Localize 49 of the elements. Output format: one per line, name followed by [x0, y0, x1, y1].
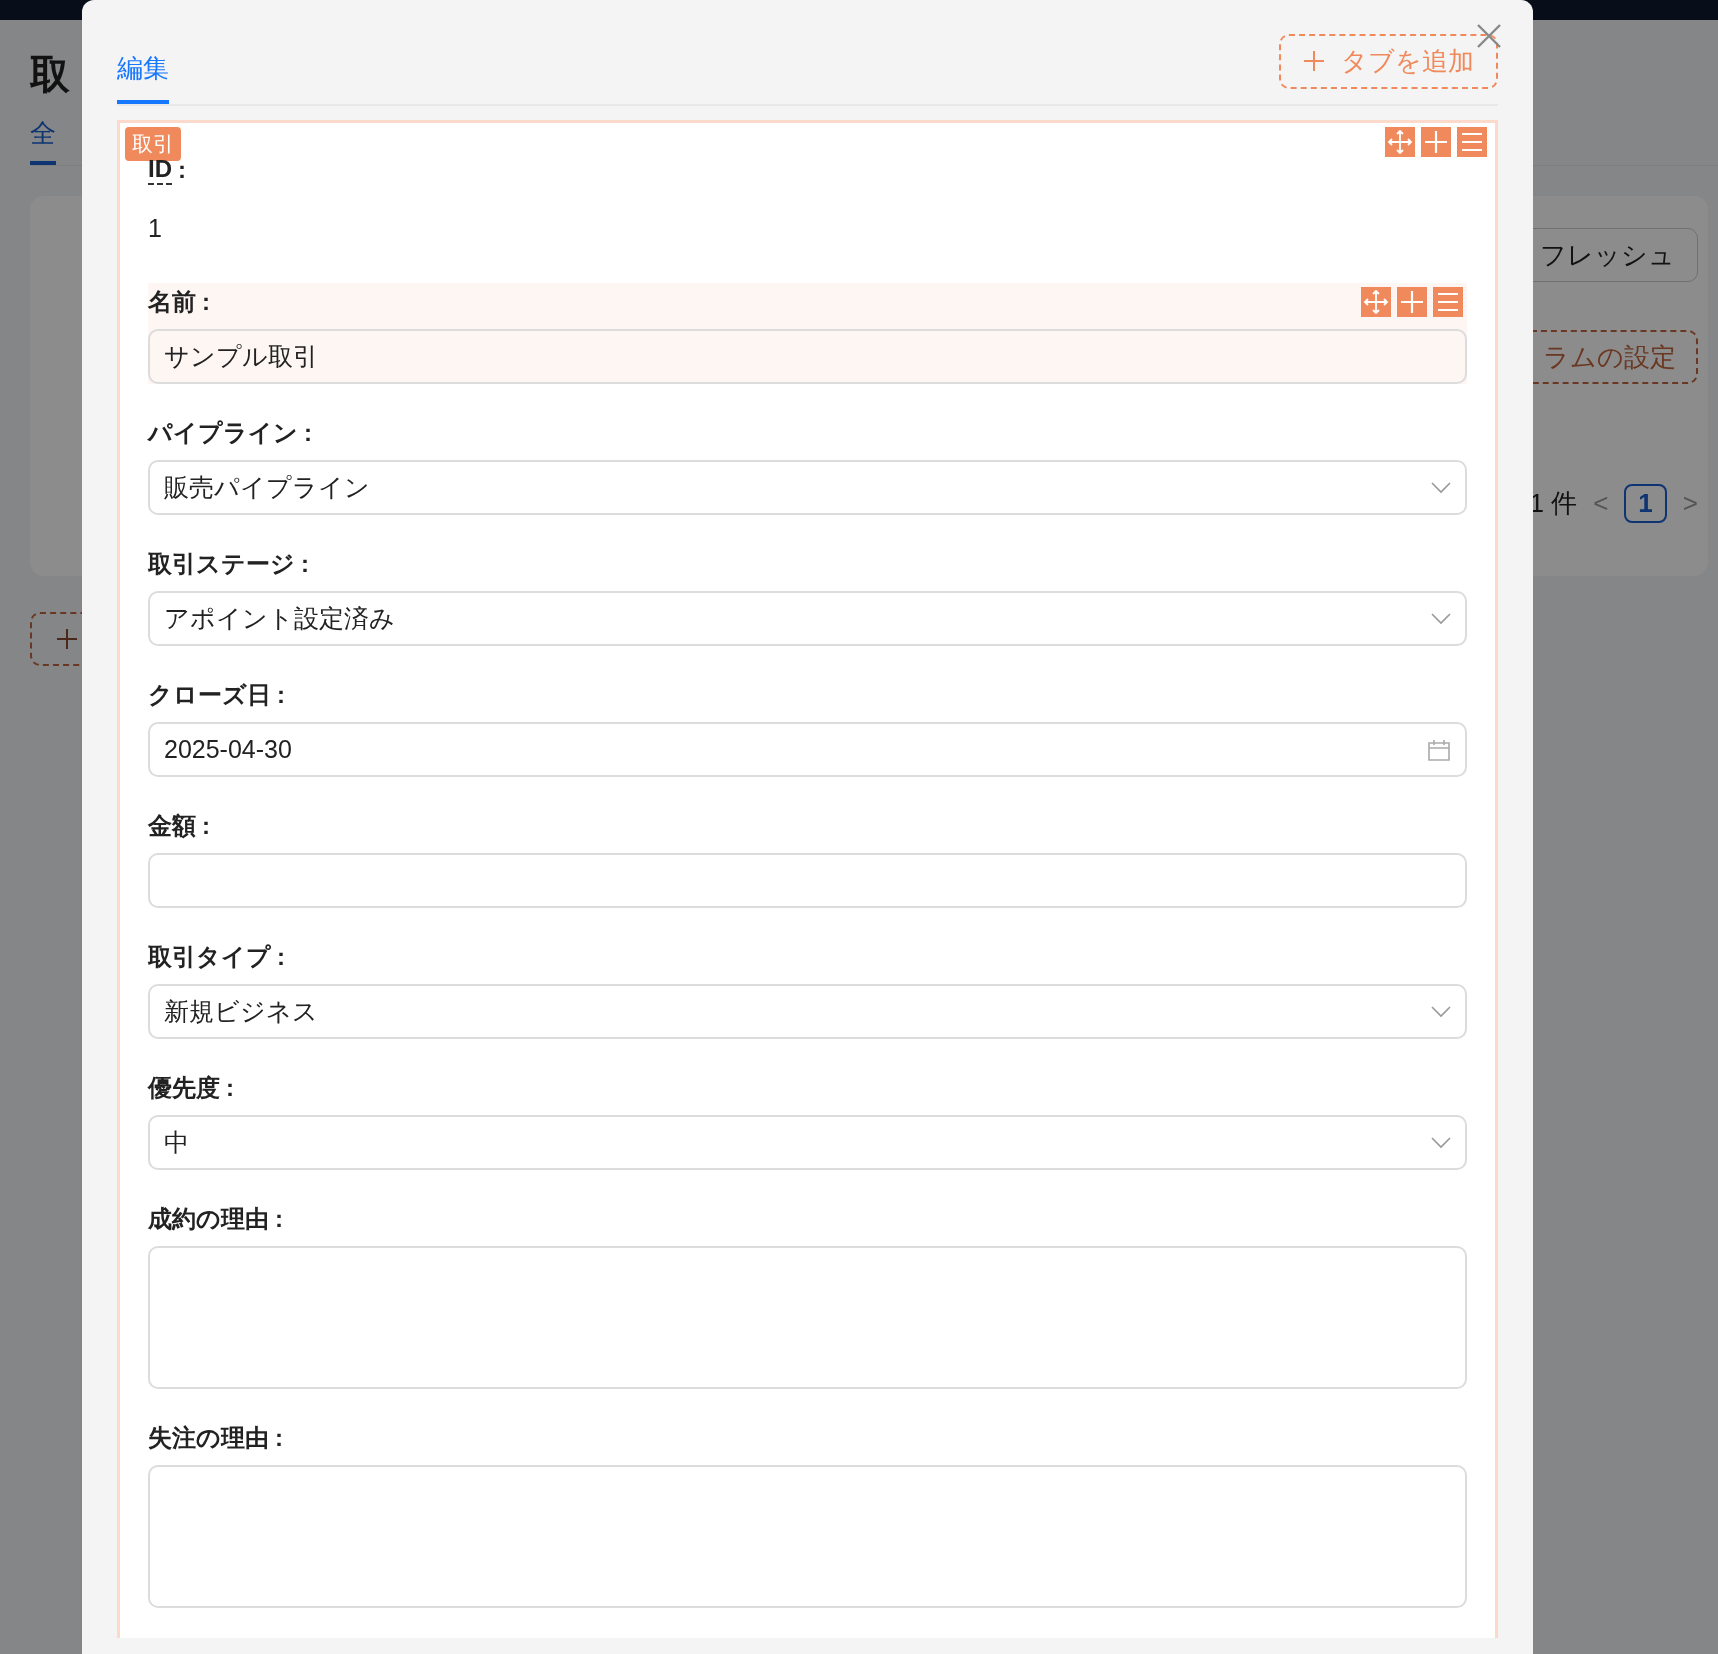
label-colon: :	[202, 812, 210, 840]
add-icon[interactable]	[1397, 287, 1427, 317]
move-icon[interactable]	[1361, 287, 1391, 317]
select-field[interactable]: 販売パイプライン	[148, 460, 1467, 515]
label-colon: :	[277, 681, 285, 709]
date-field[interactable]: 2025-04-30	[148, 722, 1467, 777]
plus-icon	[1303, 50, 1325, 72]
chevron-down-icon	[1431, 1005, 1451, 1018]
add-icon[interactable]	[1421, 127, 1451, 157]
label-colon: :	[202, 288, 210, 316]
chevron-down-icon	[1431, 481, 1451, 494]
menu-icon[interactable]	[1457, 127, 1487, 157]
text-field[interactable]	[148, 853, 1467, 908]
menu-icon[interactable]	[1433, 287, 1463, 317]
close-icon[interactable]	[1477, 24, 1501, 48]
field-label: パイプライン	[148, 418, 298, 448]
move-icon[interactable]	[1385, 127, 1415, 157]
field-label: 金額	[148, 811, 196, 841]
field-label: 名前	[148, 287, 196, 317]
tab[interactable]: 編集	[117, 51, 169, 104]
page-title: 取	[30, 51, 70, 98]
tab[interactable]: 全	[30, 112, 56, 165]
field-label: クローズ日	[148, 680, 271, 710]
field-value: 1	[148, 213, 163, 244]
chevron-down-icon	[1431, 1136, 1451, 1149]
section-badge: 取引	[125, 127, 181, 161]
text-field[interactable]: サンプル取引	[148, 329, 1467, 384]
page-button[interactable]: 1	[1624, 484, 1667, 523]
field-label: 成約の理由	[148, 1204, 269, 1234]
label-colon: :	[275, 1424, 283, 1452]
field-label: ID	[148, 155, 172, 185]
label-colon: :	[178, 156, 186, 184]
label-colon: :	[277, 943, 285, 971]
field-label: 取引タイプ	[148, 942, 271, 972]
calendar-icon	[1427, 737, 1451, 762]
field-label: 取引ステージ	[148, 549, 295, 579]
field-label: 優先度	[148, 1073, 220, 1103]
label-colon: :	[275, 1205, 283, 1233]
label-colon: :	[301, 550, 309, 578]
label-colon: :	[304, 419, 312, 447]
chevron-down-icon	[1431, 612, 1451, 625]
select-field[interactable]: 中	[148, 1115, 1467, 1170]
field-label: 失注の理由	[148, 1423, 269, 1453]
text-area[interactable]	[148, 1465, 1467, 1608]
text-area[interactable]	[148, 1246, 1467, 1389]
plus-icon	[56, 628, 78, 650]
select-field[interactable]: 新規ビジネス	[148, 984, 1467, 1039]
select-field[interactable]: アポイント設定済み	[148, 591, 1467, 646]
label-colon: :	[226, 1074, 234, 1102]
